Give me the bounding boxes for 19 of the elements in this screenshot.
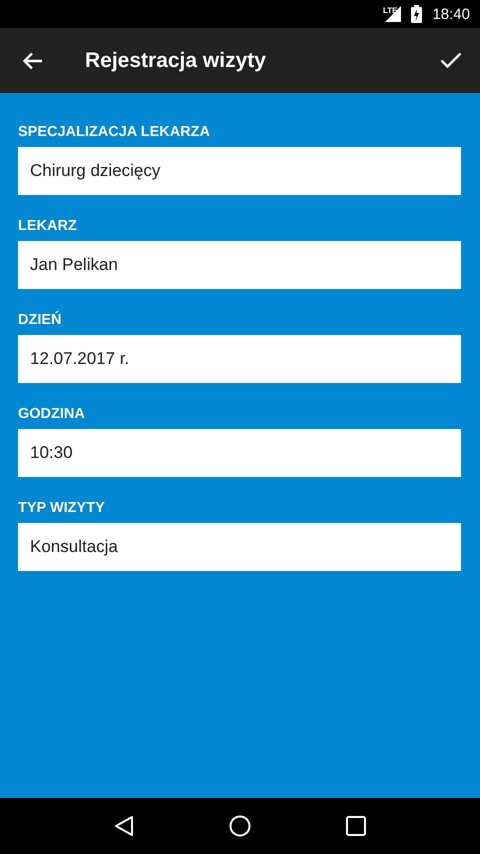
battery-charging-icon [411,5,422,23]
status-time: 18:40 [432,6,470,22]
field-label: SPECJALIZACJA LEKARZA [18,124,212,141]
recents-icon[interactable] [346,816,366,836]
back-icon[interactable] [114,815,134,837]
screen-title: Rejestracja wizyty [85,48,266,72]
input-field[interactable]: Chirurg dziecięcy [18,147,461,195]
back-arrow-icon[interactable] [23,52,43,70]
input-field[interactable]: 12.07.2017 r. [18,335,461,383]
field-label: TYP WIZYTY [18,500,106,517]
checkmark-icon[interactable] [440,52,462,69]
home-icon[interactable] [228,815,251,837]
signal-icon [385,6,402,22]
field-label: DZIEŃ [18,312,62,329]
input-field[interactable]: Konsultacja [18,523,461,571]
field-label: GODZINA [18,406,86,423]
field-label: LEKARZ [18,218,78,235]
input-field[interactable]: Jan Pelikan [18,241,461,289]
input-field[interactable]: 10:30 [18,429,461,477]
